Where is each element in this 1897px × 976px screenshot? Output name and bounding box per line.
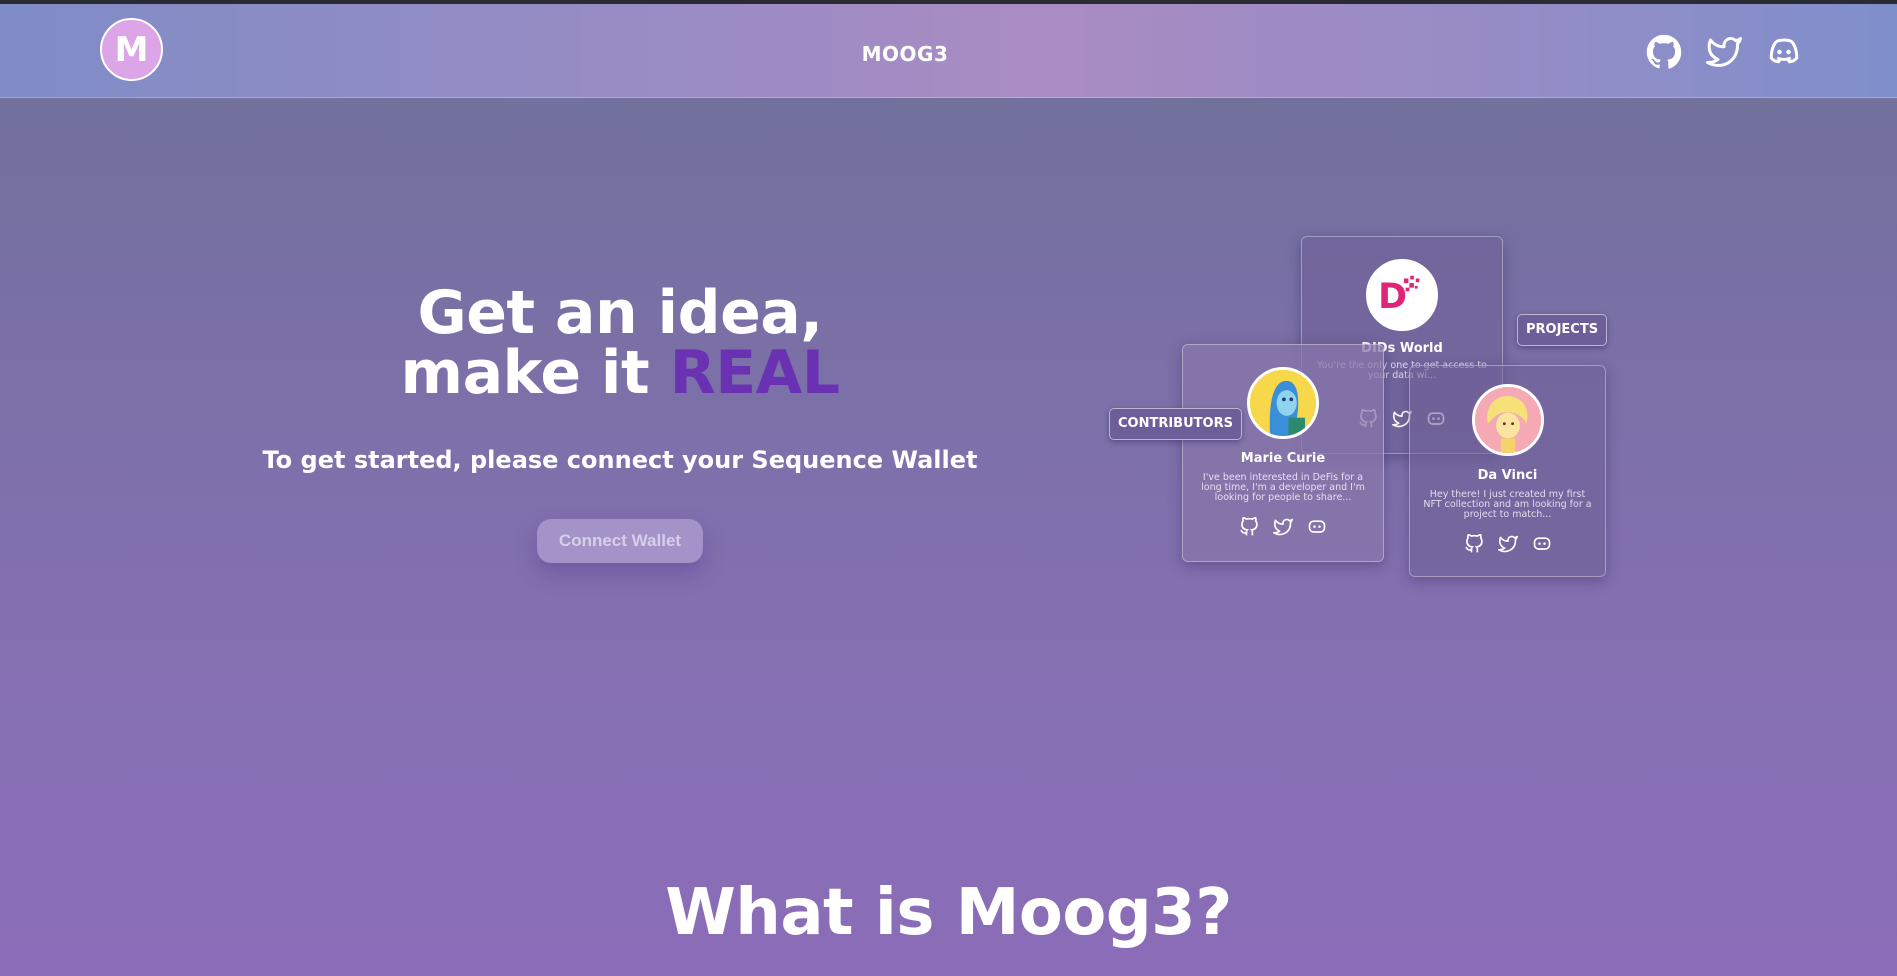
contributors-tag[interactable]: CONTRIBUTORS xyxy=(1109,408,1242,440)
marie-curie-avatar xyxy=(1247,367,1319,439)
da-vinci-avatar xyxy=(1471,384,1544,456)
discord-icon[interactable] xyxy=(1307,517,1327,537)
twitter-icon[interactable] xyxy=(1497,534,1518,554)
dids-world-avatar: D xyxy=(1366,259,1438,331)
site-header: M MOOG3 xyxy=(0,4,1897,98)
card-name: Marie Curie xyxy=(1240,451,1326,466)
github-icon[interactable] xyxy=(1464,533,1484,554)
card-name: Da Vinci xyxy=(1477,468,1538,483)
card-social-icons xyxy=(1183,516,1383,537)
contributor-card-da-vinci[interactable]: Da Vinci Hey there! I just created my fi… xyxy=(1409,365,1606,577)
hero-title-line1: Get an idea, xyxy=(417,278,823,348)
hero-subtitle: To get started, please connect your Sequ… xyxy=(262,446,978,474)
twitter-icon[interactable] xyxy=(1273,517,1293,537)
projects-tag[interactable]: PROJECTS xyxy=(1517,314,1608,346)
github-icon[interactable] xyxy=(1646,34,1682,70)
card-bio: Hey there! I just created my first NFT c… xyxy=(1423,489,1592,520)
svg-text:D: D xyxy=(1378,277,1407,317)
hero-title: Get an idea, make it REAL xyxy=(350,283,890,403)
hero-title-prefix: make it xyxy=(400,338,670,408)
connect-wallet-button[interactable]: Connect Wallet xyxy=(537,519,703,563)
contributor-card-marie-curie[interactable]: Marie Curie I've been interested in DeFi… xyxy=(1182,344,1384,562)
discord-icon[interactable] xyxy=(1766,34,1802,70)
section-title-what-is-moog3: What is Moog3? xyxy=(665,876,1232,950)
card-bio: I've been interested in DeFis for a long… xyxy=(1201,472,1365,503)
discord-icon[interactable] xyxy=(1532,534,1552,554)
brand-title[interactable]: MOOG3 xyxy=(0,42,1810,66)
twitter-icon[interactable] xyxy=(1706,34,1742,70)
github-icon[interactable] xyxy=(1239,516,1259,537)
hero-title-accent: REAL xyxy=(669,338,840,408)
card-social-icons xyxy=(1410,533,1605,554)
hero-title-line2: make it REAL xyxy=(350,343,890,403)
